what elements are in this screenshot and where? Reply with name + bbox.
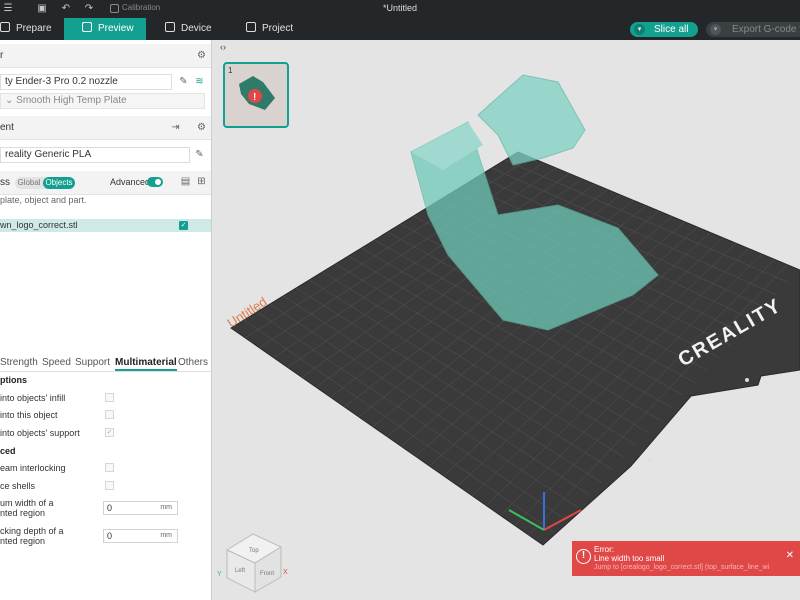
- process-subtabs: Strength Speed Support Multimaterial Oth…: [0, 354, 211, 372]
- advanced-toggle[interactable]: [147, 177, 163, 187]
- cube-top-label: Top: [249, 548, 259, 554]
- filament-section-header: ent ⇥ ⚙: [0, 116, 211, 140]
- chevron-down-icon[interactable]: ▾: [634, 24, 645, 35]
- error-jump-link[interactable]: Jump to [crealogo_logo_correct.stl] (top…: [594, 564, 769, 571]
- device-icon: [165, 22, 175, 32]
- process-hint-text: plate, object and part.: [0, 195, 87, 205]
- option-checkbox[interactable]: [105, 393, 114, 402]
- main-toolbar: Prepare Preview Device Project ▾ Slice al…: [0, 18, 800, 40]
- plate-type-select[interactable]: ⌄ Smooth High Temp Plate: [0, 93, 205, 109]
- tab-label: Prepare: [16, 23, 52, 34]
- view-cube[interactable]: Top Left Front Y X: [217, 533, 288, 593]
- 3d-viewport[interactable]: Untitled CREALITY Top Left Front Y X ‹› …: [213, 40, 800, 600]
- slice-all-label: Slice all: [654, 24, 689, 35]
- chevron-down-icon[interactable]: ▾: [710, 24, 721, 35]
- tab-strength[interactable]: Strength: [0, 357, 38, 368]
- options-group-title: ptions: [0, 375, 27, 385]
- scope-global-option[interactable]: Global: [15, 177, 43, 189]
- process-section-title: ss: [0, 177, 10, 188]
- scene-svg: Untitled CREALITY Top Left Front Y X: [217, 74, 800, 593]
- tab-support[interactable]: Support: [75, 357, 110, 368]
- printer-section-header: r ⚙: [0, 44, 211, 68]
- window-title: *Untitled: [382, 3, 418, 13]
- field-value: 0: [107, 503, 113, 513]
- settings-sidebar: r ⚙ ty Ender-3 Pro 0.2 nozzle ✎ ≋ ⌄ Smoo…: [0, 40, 212, 600]
- compare-icon[interactable]: ▤: [180, 176, 191, 187]
- tab-project[interactable]: Project: [246, 18, 316, 40]
- tab-multimaterial[interactable]: Multimaterial: [115, 357, 177, 371]
- error-message: Line width too small: [594, 554, 665, 563]
- process-scope-toggle[interactable]: Global Objects: [15, 177, 75, 189]
- thumbnail-preview: !: [239, 76, 275, 110]
- tab-preview[interactable]: Preview: [64, 18, 146, 40]
- prepare-icon: [0, 22, 10, 32]
- wifi-icon[interactable]: ≋: [194, 76, 205, 87]
- option-label: into this object: [0, 410, 58, 420]
- option-checkbox-checked[interactable]: ✓: [105, 428, 114, 437]
- edit-icon[interactable]: ✎: [178, 76, 189, 87]
- option-label: ce shells: [0, 481, 36, 491]
- mm-width-input[interactable]: 0 mm: [103, 501, 178, 515]
- scope-objects-option[interactable]: Objects: [43, 177, 75, 189]
- tab-others[interactable]: Others: [178, 357, 208, 368]
- field-label: nted region: [0, 508, 46, 518]
- advanced-group-title: ced: [0, 446, 16, 456]
- advanced-label: Advanced: [110, 177, 151, 187]
- tab-label: Project: [262, 23, 294, 34]
- title-bar: ☰ ▣ ↶ ↷ Calibration *Untitled: [0, 0, 800, 18]
- field-label: um width of a: [0, 498, 54, 508]
- unit-label: mm: [160, 504, 172, 511]
- add-filament-icon[interactable]: ⇥: [170, 122, 181, 133]
- option-checkbox[interactable]: [105, 410, 114, 419]
- filament-select[interactable]: reality Generic PLA: [0, 147, 190, 163]
- tab-speed[interactable]: Speed: [42, 357, 71, 368]
- option-checkbox[interactable]: [105, 463, 114, 472]
- field-label: cking depth of a: [0, 526, 64, 536]
- axis-x-label: X: [283, 569, 288, 576]
- check-icon[interactable]: ✓: [179, 221, 188, 230]
- export-gcode-button[interactable]: ▾ Export G-code fi: [706, 22, 800, 37]
- settings-sliders-icon[interactable]: ⚙: [196, 122, 207, 133]
- plate-type-value: Smooth High Temp Plate: [16, 95, 127, 106]
- plate-number: 1: [228, 66, 233, 75]
- project-icon: [246, 22, 256, 32]
- error-icon: !: [576, 549, 591, 564]
- cube-front-label: Front: [260, 571, 274, 577]
- collapse-sidebar-icon[interactable]: ‹›: [216, 42, 230, 54]
- unit-label: mm: [160, 532, 172, 539]
- axis-y-label: Y: [217, 571, 222, 578]
- grid-settings-icon[interactable]: ⊞: [196, 176, 207, 187]
- tab-device[interactable]: Device: [165, 18, 235, 40]
- option-label: into objects' infill: [0, 393, 66, 403]
- field-value: 0: [107, 531, 113, 541]
- edit-icon[interactable]: ✎: [194, 149, 205, 160]
- option-label: into objects' support: [0, 428, 80, 438]
- mm-depth-input[interactable]: 0 mm: [103, 529, 178, 543]
- tab-label: Device: [181, 23, 212, 34]
- error-title: Error:: [594, 545, 614, 554]
- field-label: nted region: [0, 536, 46, 546]
- settings-sliders-icon[interactable]: ⚙: [196, 50, 207, 61]
- slice-all-button[interactable]: ▾ Slice all: [630, 22, 698, 37]
- error-notification: ! Error: Line width too small Jump to [c…: [572, 541, 800, 576]
- preview-icon: [82, 22, 92, 32]
- cube-left-label: Left: [235, 568, 245, 574]
- plate-thumbnail[interactable]: 1 !: [223, 62, 289, 128]
- tab-label: Preview: [98, 23, 134, 34]
- printer-section-title: r: [0, 50, 4, 61]
- tab-prepare[interactable]: Prepare: [0, 18, 62, 40]
- export-gcode-label: Export G-code fi: [732, 24, 800, 35]
- object-name: wn_logo_correct.stl: [0, 220, 78, 230]
- object-list-item[interactable]: wn_logo_correct.stl ✓: [0, 219, 211, 232]
- option-checkbox[interactable]: [105, 481, 114, 490]
- warning-icon: !: [253, 92, 256, 103]
- chevron-down-icon: ⌄: [5, 95, 17, 106]
- option-label: eam interlocking: [0, 463, 66, 473]
- printer-select[interactable]: ty Ender-3 Pro 0.2 nozzle: [0, 74, 172, 90]
- close-icon[interactable]: ✕: [786, 550, 794, 561]
- filament-section-title: ent: [0, 122, 14, 133]
